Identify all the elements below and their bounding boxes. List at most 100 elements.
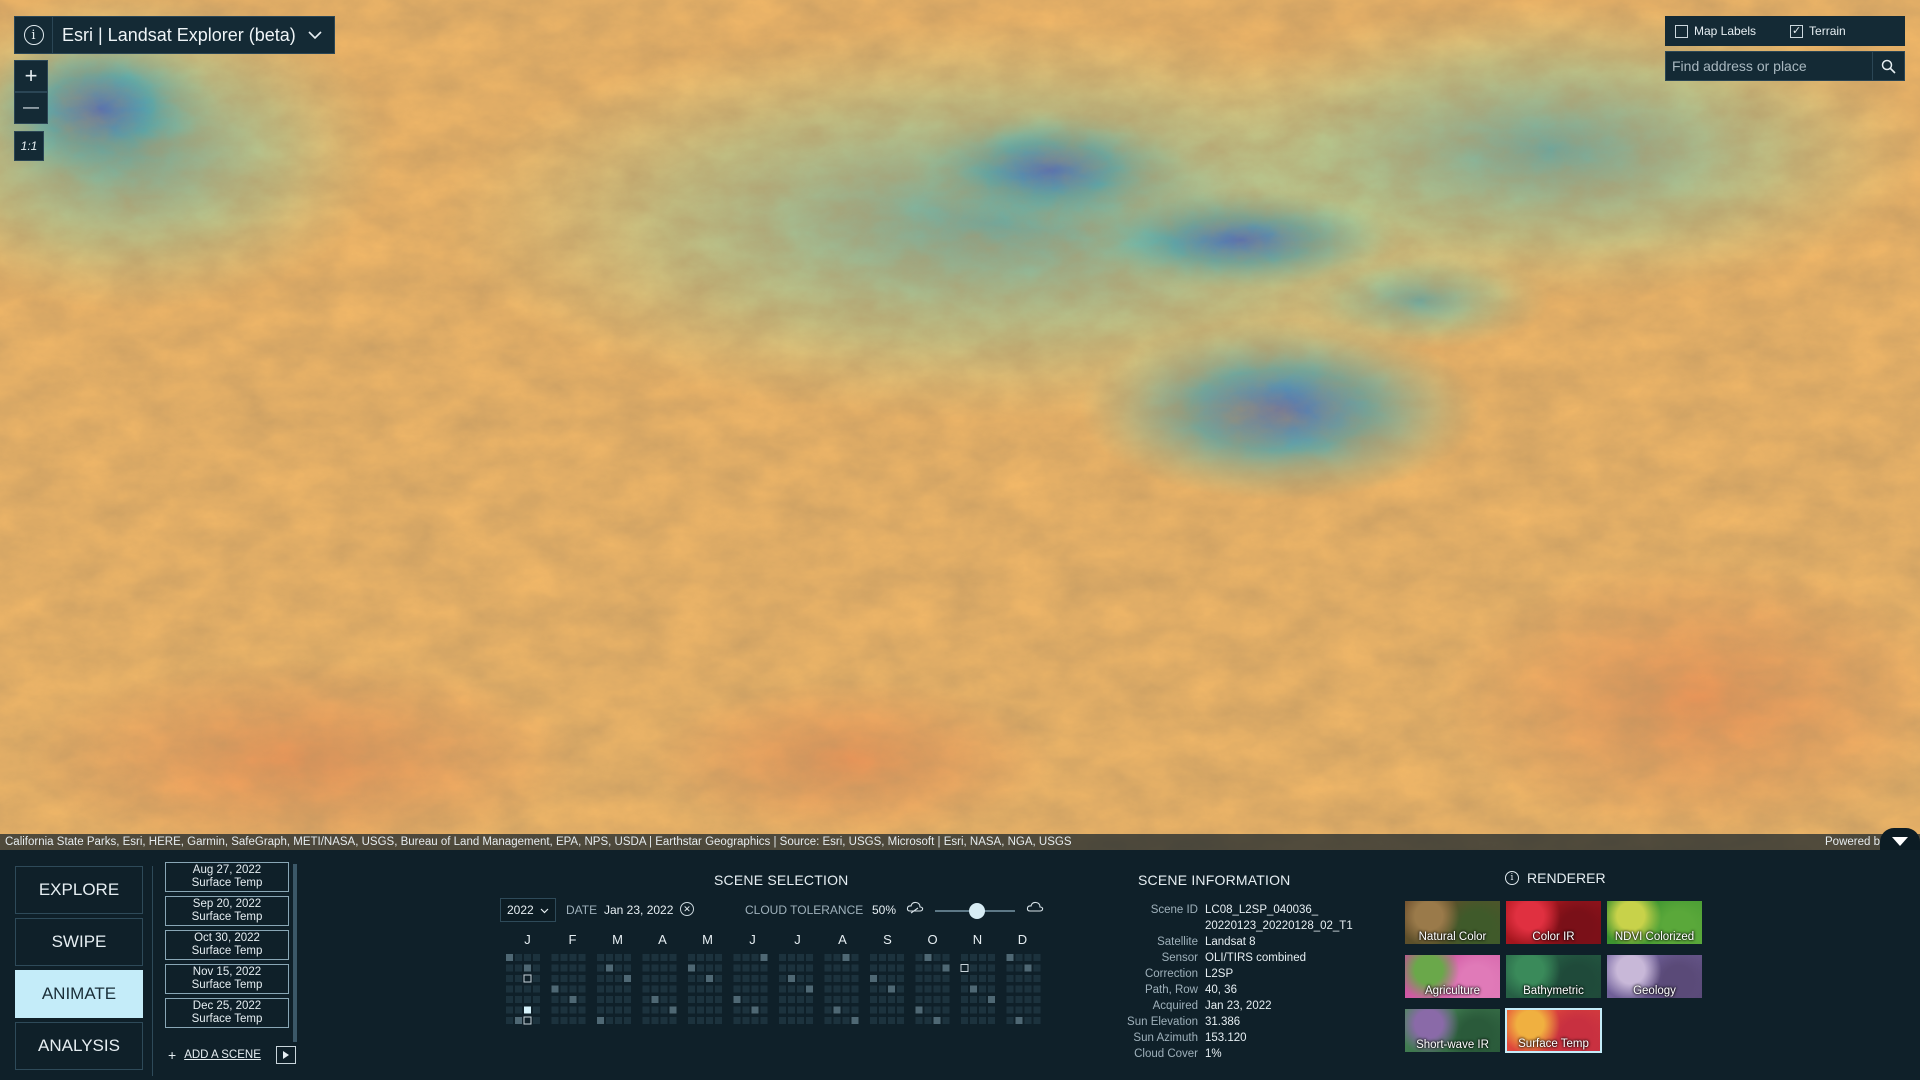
calendar-day-cell[interactable] xyxy=(879,975,886,982)
calendar-day-cell[interactable] xyxy=(560,954,568,961)
calendar-day-cell[interactable] xyxy=(897,1006,904,1014)
calendar-day-cell[interactable] xyxy=(924,954,932,961)
calendar-day-cell[interactable] xyxy=(833,1006,841,1014)
calendar-day-cell[interactable] xyxy=(742,954,750,961)
calendar-day-cell[interactable] xyxy=(833,964,841,972)
scene-calendar-grid[interactable] xyxy=(500,954,1060,1036)
calendar-day-cell[interactable] xyxy=(642,1017,650,1024)
calendar-day-cell[interactable] xyxy=(733,964,741,972)
calendar-day-cell[interactable] xyxy=(879,1017,886,1024)
calendar-day-cell[interactable] xyxy=(833,996,841,1003)
calendar-day-cell[interactable] xyxy=(1006,964,1014,972)
calendar-day-cell[interactable] xyxy=(779,1006,786,1014)
scene-list-item[interactable]: Dec 25, 2022 Surface Temp xyxy=(165,998,289,1028)
calendar-day-cell[interactable] xyxy=(788,975,795,982)
calendar-day-cell[interactable] xyxy=(706,964,713,972)
calendar-day-cell[interactable] xyxy=(551,1006,559,1014)
calendar-day-cell[interactable] xyxy=(942,985,950,993)
calendar-day-cell[interactable] xyxy=(1015,985,1023,993)
calendar-day-cell[interactable] xyxy=(506,954,513,961)
calendar-day-cell[interactable] xyxy=(961,975,968,982)
calendar-day-cell[interactable] xyxy=(988,975,995,982)
calendar-day-cell[interactable] xyxy=(788,996,795,1003)
calendar-day-cell[interactable] xyxy=(742,996,750,1003)
calendar-day-cell[interactable] xyxy=(506,985,513,993)
calendar-day-cell[interactable] xyxy=(879,1006,886,1014)
calendar-day-cell[interactable] xyxy=(697,985,704,993)
play-animation-button[interactable] xyxy=(276,1046,296,1064)
calendar-day-cell[interactable] xyxy=(551,954,559,961)
calendar-day-cell[interactable] xyxy=(706,954,713,961)
calendar-day-cell[interactable] xyxy=(870,985,877,993)
calendar-day-cell[interactable] xyxy=(870,964,877,972)
calendar-day-cell[interactable] xyxy=(979,964,986,972)
calendar-day-cell[interactable] xyxy=(651,1017,659,1024)
calendar-day-cell[interactable] xyxy=(669,985,677,993)
calendar-day-cell[interactable] xyxy=(851,1006,859,1014)
calendar-day-cell[interactable] xyxy=(1024,954,1032,961)
calendar-day-cell[interactable] xyxy=(797,996,804,1003)
calendar-day-cell[interactable] xyxy=(569,975,577,982)
calendar-day-cell[interactable] xyxy=(524,985,531,993)
calendar-day-cell[interactable] xyxy=(788,1006,795,1014)
calendar-day-cell[interactable] xyxy=(524,954,531,961)
calendar-day-cell[interactable] xyxy=(1006,954,1014,961)
calendar-day-cell[interactable] xyxy=(824,954,832,961)
calendar-day-cell[interactable] xyxy=(970,985,977,993)
calendar-day-cell[interactable] xyxy=(660,996,668,1003)
calendar-day-cell[interactable] xyxy=(824,964,832,972)
calendar-day-cell[interactable] xyxy=(642,964,650,972)
renderer-option-agriculture[interactable]: Agriculture xyxy=(1404,954,1501,999)
calendar-day-cell[interactable] xyxy=(888,954,895,961)
calendar-day-cell[interactable] xyxy=(1015,1006,1023,1014)
calendar-day-cell[interactable] xyxy=(788,1017,795,1024)
calendar-day-cell[interactable] xyxy=(697,954,704,961)
calendar-day-cell[interactable] xyxy=(669,975,677,982)
calendar-day-cell[interactable] xyxy=(888,1006,895,1014)
calendar-day-cell[interactable] xyxy=(988,1017,995,1024)
calendar-day-cell[interactable] xyxy=(842,996,850,1003)
calendar-day-cell[interactable] xyxy=(578,954,586,961)
calendar-day-cell[interactable] xyxy=(578,985,586,993)
clear-date-button[interactable]: ✕ xyxy=(680,902,694,916)
calendar-day-cell[interactable] xyxy=(578,1017,586,1024)
calendar-day-cell[interactable] xyxy=(851,996,859,1003)
calendar-day-cell[interactable] xyxy=(797,985,804,993)
calendar-day-cell[interactable] xyxy=(842,1017,850,1024)
calendar-day-cell[interactable] xyxy=(688,964,695,972)
calendar-day-cell[interactable] xyxy=(624,954,631,961)
calendar-day-cell[interactable] xyxy=(660,1006,668,1014)
calendar-day-cell[interactable] xyxy=(788,954,795,961)
calendar-day-cell[interactable] xyxy=(669,954,677,961)
calendar-day-cell[interactable] xyxy=(533,1006,540,1014)
calendar-day-cell[interactable] xyxy=(742,1017,750,1024)
calendar-day-cell[interactable] xyxy=(924,964,932,972)
calendar-day-cell[interactable] xyxy=(715,975,722,982)
calendar-day-cell[interactable] xyxy=(551,1017,559,1024)
calendar-day-cell[interactable] xyxy=(824,1017,832,1024)
calendar-day-cell[interactable] xyxy=(842,954,850,961)
calendar-day-cell[interactable] xyxy=(615,964,622,972)
calendar-day-cell[interactable] xyxy=(515,954,522,961)
calendar-day-cell[interactable] xyxy=(870,975,877,982)
calendar-day-cell[interactable] xyxy=(915,975,923,982)
calendar-day-cell[interactable] xyxy=(788,985,795,993)
scene-list-item[interactable]: Sep 20, 2022 Surface Temp xyxy=(165,896,289,926)
calendar-day-cell[interactable] xyxy=(688,985,695,993)
calendar-day-cell[interactable] xyxy=(560,985,568,993)
calendar-day-cell[interactable] xyxy=(606,954,613,961)
calendar-day-cell[interactable] xyxy=(797,1017,804,1024)
calendar-day-cell[interactable] xyxy=(851,954,859,961)
calendar-day-cell[interactable] xyxy=(833,954,841,961)
calendar-day-cell[interactable] xyxy=(760,985,768,993)
calendar-day-cell[interactable] xyxy=(779,985,786,993)
calendar-day-cell[interactable] xyxy=(560,975,568,982)
calendar-day-cell[interactable] xyxy=(888,996,895,1003)
calendar-day-cell[interactable] xyxy=(842,1006,850,1014)
calendar-day-cell[interactable] xyxy=(897,954,904,961)
calendar-day-cell[interactable] xyxy=(979,996,986,1003)
calendar-day-cell[interactable] xyxy=(651,954,659,961)
calendar-day-cell[interactable] xyxy=(779,954,786,961)
calendar-day-cell[interactable] xyxy=(942,964,950,972)
calendar-day-cell[interactable] xyxy=(733,1006,741,1014)
